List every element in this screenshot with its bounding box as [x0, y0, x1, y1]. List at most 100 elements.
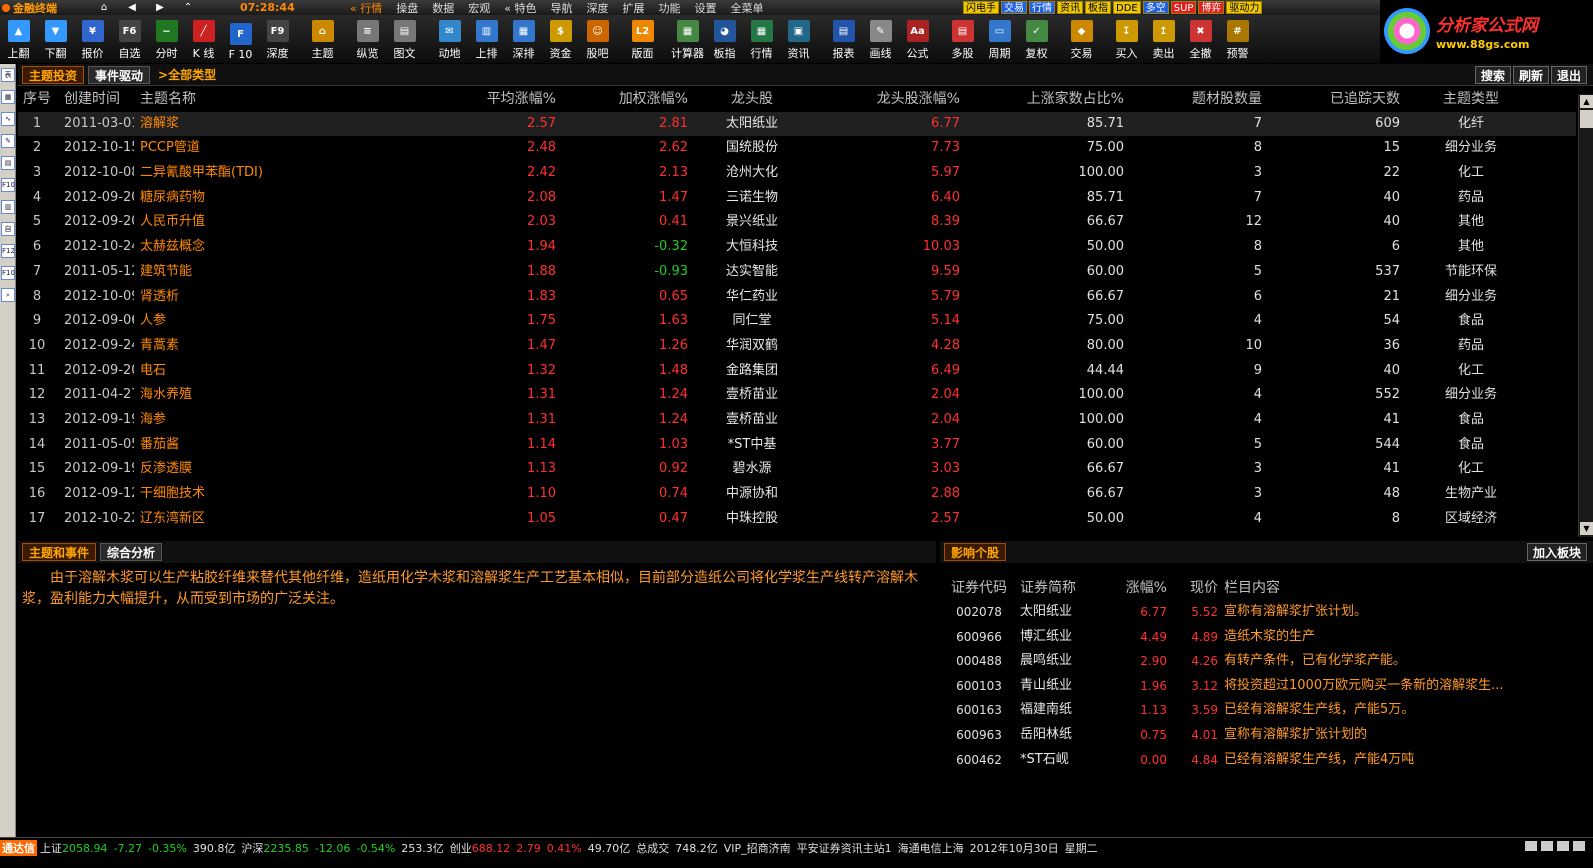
toolbar-button-11[interactable]: ✉ 动地 [431, 15, 468, 63]
menu-depth[interactable]: 深度 [586, 0, 608, 16]
toolbar-button-5[interactable]: ╱ K 线 [185, 15, 222, 63]
topic-name[interactable]: 建筑节能 [140, 260, 430, 285]
toolbar-button-26[interactable]: ✓ 复权 [1018, 15, 1055, 63]
chip-trade[interactable]: 交易 [1001, 1, 1027, 14]
leader-stock[interactable]: 壹桥苗业 [692, 383, 812, 408]
col-avg-change[interactable]: 平均涨幅% [426, 87, 556, 112]
toolbar-button-30[interactable]: ✖ 全撤 [1182, 15, 1219, 63]
topic-name[interactable]: 太赫兹概念 [140, 235, 430, 260]
side-tool-icon[interactable]: ⌕ [1, 288, 15, 302]
side-tool-icon[interactable]: F10 [1, 178, 15, 192]
leader-stock[interactable]: 壹桥苗业 [692, 408, 812, 433]
toolbar-button-27[interactable]: ◆ 交易 [1063, 15, 1100, 63]
table-row[interactable]: 6 2012-10-24 太赫兹概念 1.94 -0.32 大恒科技 10.03 50.00 8… [18, 235, 1576, 260]
stock-row[interactable]: 600963 岳阳林纸 0.75 4.01 宣称有溶解浆扩张计划的 [940, 723, 1593, 748]
mail-icon[interactable] [1525, 841, 1537, 851]
toolbar-button-9[interactable]: ≡ 纵览 [349, 15, 386, 63]
col-topic-name[interactable]: 主题名称 [140, 87, 430, 112]
leader-stock[interactable]: 达实智能 [692, 260, 812, 285]
home-icon[interactable]: ⌂ [90, 2, 118, 13]
chip-quote[interactable]: 行情 [1029, 1, 1055, 14]
collapse-icon[interactable]: ⌃ [174, 2, 202, 13]
side-tool-icon[interactable]: ▥ [1, 200, 15, 214]
menu-trade[interactable]: 操盘 [396, 0, 418, 16]
col-topic-type[interactable]: 主题类型 [1404, 87, 1538, 112]
toolbar-button-25[interactable]: ▭ 周期 [981, 15, 1018, 63]
toolbar-button-19[interactable]: ▦ 行情 [743, 15, 780, 63]
toolbar-button-29[interactable]: ↥ 卖出 [1145, 15, 1182, 63]
stock-row[interactable]: 600462 *ST石岘 0.00 4.84 已经有溶解浆生产线，产能4万吨 [940, 748, 1593, 773]
scroll-down-icon[interactable]: ▼ [1580, 522, 1593, 535]
col-stock-code[interactable]: 证券代码 [944, 576, 1014, 601]
menu-function[interactable]: 功能 [658, 0, 680, 16]
chip-index[interactable]: 板指 [1085, 1, 1111, 14]
col-weighted-change[interactable]: 加权涨幅% [560, 87, 688, 112]
leader-stock[interactable]: 大恒科技 [692, 235, 812, 260]
leader-stock[interactable]: 中珠控股 [692, 507, 812, 532]
stock-row[interactable]: 600966 博汇纸业 4.49 4.89 造纸木浆的生产 [940, 625, 1593, 650]
toolbar-button-23[interactable]: Aa 公式 [899, 15, 936, 63]
server-telecom[interactable]: 海通电信上海 [898, 840, 964, 856]
tab-event-driven[interactable]: 事件驱动 [88, 65, 151, 84]
leader-stock[interactable]: 太阳纸业 [692, 112, 812, 137]
server-main[interactable]: VIP_招商济南 [724, 840, 791, 856]
table-row[interactable]: 13 2012-09-19 海参 1.31 1.24 壹桥苗业 2.04 100.00 4 41 食… [18, 408, 1576, 433]
toolbar-button-4[interactable]: ~ 分时 [148, 15, 185, 63]
topic-name[interactable]: 反渗透膜 [140, 457, 430, 482]
table-row[interactable]: 11 2012-09-20 电石 1.32 1.48 金路集团 6.49 44.44 9 40 化工 [18, 359, 1576, 384]
topic-name[interactable]: PCCP管道 [140, 136, 430, 161]
leader-stock[interactable]: 碧水源 [692, 457, 812, 482]
toolbar-button-21[interactable]: ▤ 报表 [825, 15, 862, 63]
leader-stock[interactable]: 华润双鹤 [692, 334, 812, 359]
topic-name[interactable]: 糖尿病药物 [140, 186, 430, 211]
menu-extend[interactable]: 扩展 [622, 0, 644, 16]
search-button[interactable]: 搜索 [1474, 66, 1511, 84]
scroll-thumb[interactable] [1580, 110, 1593, 128]
menu-data[interactable]: 数据 [432, 0, 454, 16]
server-info[interactable]: 平安证券资讯主站1 [797, 840, 892, 856]
toolbar-button-7[interactable]: F9 深度 [259, 15, 296, 63]
col-tracked-days[interactable]: 已追踪天数 [1266, 87, 1400, 112]
col-leader-change[interactable]: 龙头股涨幅% [818, 87, 960, 112]
topic-name[interactable]: 电石 [140, 359, 430, 384]
table-row[interactable]: 7 2011-05-12 建筑节能 1.88 -0.93 达实智能 9.59 60.00 5 53… [18, 260, 1576, 285]
table-row[interactable]: 1 2011-03-01 溶解浆 2.57 2.81 太阳纸业 6.77 85.71 7 609 化… [18, 111, 1576, 137]
topic-name[interactable]: 青蒿素 [140, 334, 430, 359]
table-row[interactable]: 14 2011-05-05 番茄酱 1.14 1.03 *ST中基 3.77 60.00 5 54… [18, 433, 1576, 458]
toolbar-button-31[interactable]: # 预警 [1219, 15, 1256, 63]
side-tool-icon[interactable]: ✎ [1, 134, 15, 148]
exit-button[interactable]: 退出 [1550, 66, 1587, 84]
side-tool-icon[interactable]: 自 [1, 222, 15, 236]
chip-game[interactable]: 博弈 [1198, 1, 1225, 14]
topic-name[interactable]: 肾透析 [140, 285, 430, 310]
side-tool-icon[interactable]: F10 [1, 266, 15, 280]
refresh-button[interactable]: 刷新 [1512, 66, 1549, 84]
topic-name[interactable]: 溶解浆 [140, 112, 430, 137]
side-tool-icon[interactable]: ∿ [1, 112, 15, 126]
table-row[interactable]: 9 2012-09-06 人参 1.75 1.63 同仁堂 5.14 75.00 4 54 食品 [18, 309, 1576, 334]
chip-lightning[interactable]: 闪电手 [963, 1, 999, 14]
tab-topic-event[interactable]: 主题和事件 [22, 543, 97, 561]
toolbar-button-2[interactable]: ¥ 报价 [74, 15, 111, 63]
toolbar-button-24[interactable]: ▤ 多股 [944, 15, 981, 63]
add-to-sector-button[interactable]: 加入板块 [1526, 543, 1587, 561]
col-stock-content[interactable]: 栏目内容 [1224, 576, 1584, 601]
toolbar-button-20[interactable]: ▣ 资讯 [780, 15, 817, 63]
toolbar-button-18[interactable]: ◕ 板指 [706, 15, 743, 63]
side-tool-icon[interactable]: ▤ [1, 156, 15, 170]
leader-stock[interactable]: 中源协和 [692, 482, 812, 507]
leader-stock[interactable]: 景兴纸业 [692, 210, 812, 235]
chip-info[interactable]: 资讯 [1057, 1, 1083, 14]
toolbar-button-16[interactable]: L2 版面 [624, 15, 661, 63]
table-row[interactable]: 5 2012-09-20 人民币升值 2.03 0.41 景兴纸业 8.39 66.67 12 4… [18, 210, 1576, 235]
table-row[interactable]: 2 2012-10-15 PCCP管道 2.48 2.62 国统股份 7.73 75.00 8 1… [18, 136, 1576, 161]
topic-name[interactable]: 人民币升值 [140, 210, 430, 235]
tab-affected-stocks[interactable]: 影响个股 [944, 543, 1007, 561]
topic-name[interactable]: 海参 [140, 408, 430, 433]
topic-name[interactable]: 干细胞技术 [140, 482, 430, 507]
menu-special[interactable]: « 特色 [504, 0, 536, 16]
forward-icon[interactable]: ▶ [146, 2, 174, 13]
toolbar-button-15[interactable]: ☺ 股吧 [579, 15, 616, 63]
menu-nav[interactable]: 导航 [550, 0, 572, 16]
toolbar-button-10[interactable]: ▤ 图文 [386, 15, 423, 63]
